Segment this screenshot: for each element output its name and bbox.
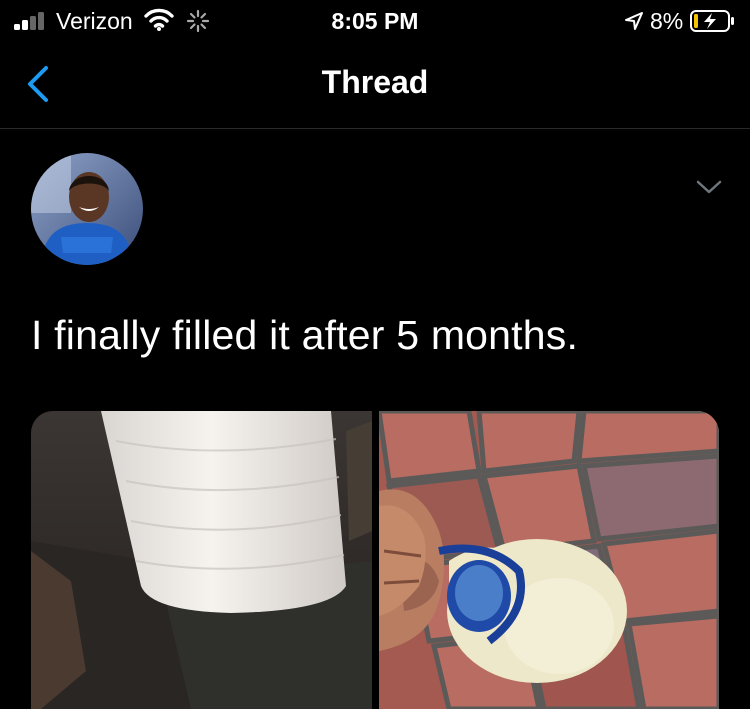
page-title: Thread — [321, 64, 429, 100]
tweet-media — [31, 411, 719, 709]
photo-bottle-held-over-tiles[interactable] — [379, 411, 719, 709]
navigation-bar: Thread — [0, 42, 750, 128]
tweet-text: I finally filled it after 5 months. — [31, 312, 579, 358]
battery-percent: 8% — [650, 8, 684, 34]
location-arrow-icon — [623, 10, 645, 37]
battery-charging-icon — [690, 10, 736, 32]
nav-divider — [0, 128, 750, 129]
status-bar: Verizon 8:05 PM 8% — [0, 0, 750, 42]
photo-bottle-on-table[interactable] — [31, 411, 372, 709]
chevron-down-icon[interactable] — [693, 176, 725, 198]
avatar[interactable] — [31, 153, 143, 265]
